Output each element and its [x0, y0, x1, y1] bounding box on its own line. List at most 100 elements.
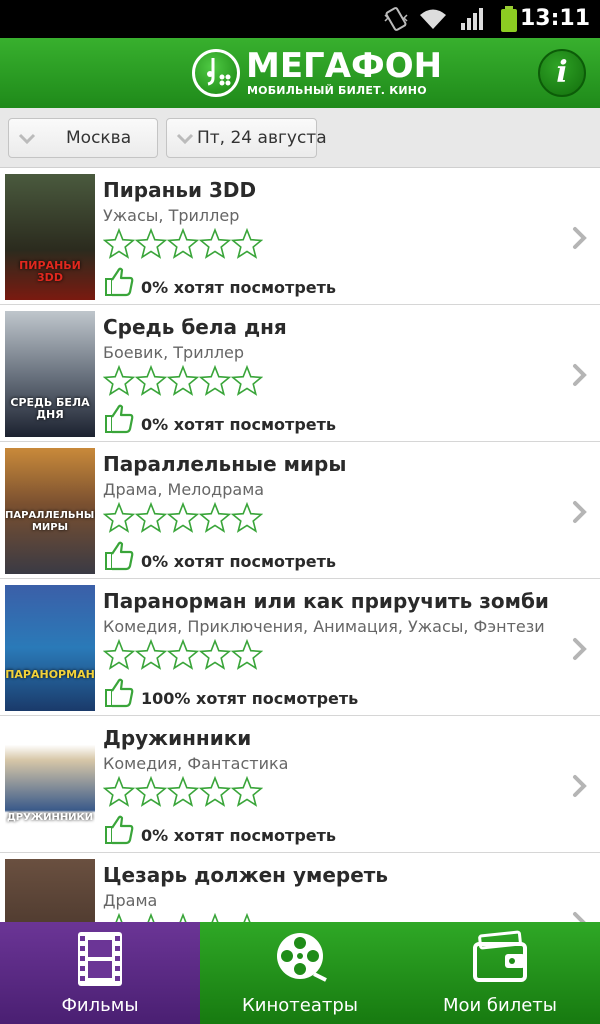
tab-my-tickets[interactable]: Мои билеты [400, 922, 600, 1024]
info-button[interactable]: i [538, 49, 586, 97]
movie-title: Средь бела дня [103, 315, 287, 339]
star-icon[interactable] [199, 502, 231, 534]
want-to-see-count: 0% хотят посмотреть [141, 826, 337, 845]
bottom-tab-bar: Фильмы Кинотеатры Мои билеты [0, 922, 600, 1024]
star-icon[interactable] [135, 228, 167, 260]
chevron-right-icon [573, 638, 587, 660]
wifi-icon [420, 9, 446, 29]
star-icon[interactable] [167, 639, 199, 671]
chevron-right-icon [573, 775, 587, 797]
movie-poster: ПИРАНЬИ 3DD [5, 174, 95, 300]
movie-genre: Ужасы, Триллер [103, 206, 240, 225]
tab-cinemas-label: Кинотеатры [242, 995, 358, 1016]
want-to-see-count: 0% хотят посмотреть [141, 552, 337, 571]
star-icon[interactable] [167, 776, 199, 808]
star-icon[interactable] [231, 502, 263, 534]
tab-cinemas[interactable]: Кинотеатры [200, 922, 400, 1024]
star-icon[interactable] [167, 913, 199, 922]
movie-poster: СРЕДЬ БЕЛА ДНЯ [5, 311, 95, 437]
star-icon[interactable] [135, 639, 167, 671]
vibrate-icon [384, 7, 408, 31]
star-icon[interactable] [199, 639, 231, 671]
movie-poster: ПАРАЛЛЕЛЬНЫЕ МИРЫ [5, 448, 95, 574]
star-icon[interactable] [231, 228, 263, 260]
signal-icon [461, 8, 483, 30]
chevron-down-icon [176, 133, 194, 145]
want-to-see-count: 0% хотят посмотреть [141, 278, 337, 297]
chevron-right-icon [573, 501, 587, 523]
star-icon[interactable] [103, 365, 135, 397]
star-icon[interactable] [231, 639, 263, 671]
movie-list: ПИРАНЬИ 3DD Пираньи 3DD Ужасы, Триллер 0… [0, 168, 600, 922]
star-icon[interactable] [103, 228, 135, 260]
want-to-see-count: 0% хотят посмотреть [141, 415, 337, 434]
movie-row[interactable]: ДРУЖИННИКИ Дружинники Комедия, Фантастик… [0, 716, 600, 853]
tab-films[interactable]: Фильмы [0, 922, 200, 1024]
chevron-right-icon [573, 364, 587, 386]
thumbs-up-icon[interactable] [103, 813, 135, 845]
app-header: МегаФон МОБИЛЬНЫЙ БИЛЕТ. КИНО i [0, 38, 600, 108]
movie-genre: Комедия, Приключения, Анимация, Ужасы, Ф… [103, 617, 545, 636]
poster-title: ПАРАНОРМАН [5, 668, 95, 681]
star-icon[interactable] [231, 913, 263, 922]
poster-title: СРЕДЬ БЕЛА ДНЯ [10, 396, 90, 421]
chevron-right-icon [573, 912, 586, 922]
megafon-logo-icon [192, 49, 240, 97]
movie-genre: Драма [103, 891, 158, 910]
tab-my-tickets-label: Мои билеты [442, 995, 558, 1016]
star-icon[interactable] [231, 776, 263, 808]
movie-title: Дружинники [103, 726, 252, 750]
movie-row[interactable]: ПИРАНЬИ 3DD Пираньи 3DD Ужасы, Триллер 0… [0, 168, 600, 305]
poster-title: ПАРАЛЛЕЛЬНЫЕ МИРЫ [5, 510, 95, 533]
movie-row[interactable]: СРЕДЬ БЕЛА ДНЯ Средь бела дня Боевик, Тр… [0, 305, 600, 442]
star-icon[interactable] [231, 365, 263, 397]
status-bar: 13:11 [0, 0, 600, 38]
star-icon[interactable] [167, 228, 199, 260]
thumbs-up-icon[interactable] [103, 539, 135, 571]
movie-genre: Комедия, Фантастика [103, 754, 289, 773]
thumbs-up-icon[interactable] [103, 265, 135, 297]
star-icon[interactable] [103, 502, 135, 534]
date-value: Пт, 24 августа [197, 128, 327, 148]
clock: 13:11 [519, 6, 590, 31]
star-icon[interactable] [103, 776, 135, 808]
movie-genre: Боевик, Триллер [103, 343, 245, 362]
star-icon[interactable] [199, 365, 231, 397]
chevron-right-icon [573, 227, 587, 249]
star-icon[interactable] [135, 776, 167, 808]
brand-name: МегаФон [246, 46, 443, 86]
movie-poster: ДРУЖИННИКИ [5, 722, 95, 848]
movie-row[interactable]: Цезарь должен умереть Драма [0, 853, 600, 922]
poster-title: ДРУЖИННИКИ [6, 812, 94, 823]
movie-poster: ПАРАНОРМАН [5, 585, 95, 711]
movie-title: Цезарь должен умереть [103, 863, 389, 887]
star-icon[interactable] [103, 913, 135, 922]
star-icon[interactable] [135, 502, 167, 534]
star-icon[interactable] [167, 502, 199, 534]
movie-title: Пираньи 3DD [103, 178, 257, 202]
star-icon[interactable] [103, 639, 135, 671]
star-icon[interactable] [135, 913, 167, 922]
movie-row[interactable]: ПАРАНОРМАН Паранорман или как приручить … [0, 579, 600, 716]
star-icon[interactable] [135, 365, 167, 397]
star-icon[interactable] [199, 913, 231, 922]
city-selector[interactable]: Москва [8, 118, 158, 158]
movie-genre: Драма, Мелодрама [103, 480, 265, 499]
star-icon[interactable] [199, 228, 231, 260]
thumbs-up-icon[interactable] [103, 676, 135, 708]
chevron-down-icon [18, 133, 36, 145]
date-selector[interactable]: Пт, 24 августа [166, 118, 327, 158]
thumbs-up-icon[interactable] [103, 402, 135, 434]
star-icon[interactable] [199, 776, 231, 808]
city-value: Москва [66, 128, 132, 148]
star-icon[interactable] [167, 365, 199, 397]
brand-subtitle: МОБИЛЬНЫЙ БИЛЕТ. КИНО [247, 84, 427, 97]
tab-films-label: Фильмы [61, 995, 139, 1016]
movie-title: Паранорман или как приручить зомби [103, 589, 549, 613]
filter-bar: Москва Пт, 24 августа [0, 108, 600, 168]
wallet-ticket-icon [473, 930, 527, 982]
film-reel-icon [277, 933, 327, 982]
movie-row[interactable]: ПАРАЛЛЕЛЬНЫЕ МИРЫ Параллельные миры Драм… [0, 442, 600, 579]
movie-title: Параллельные миры [103, 452, 347, 476]
film-strip-icon [78, 932, 122, 986]
